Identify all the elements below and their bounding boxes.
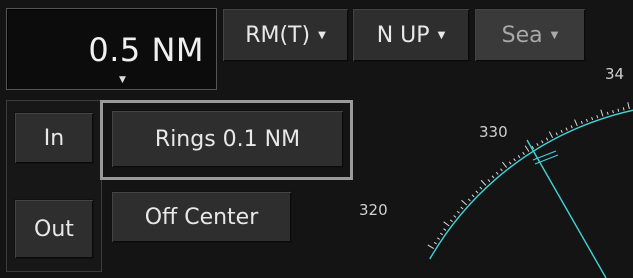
bearing-tick [541,140,544,144]
bearing-tick [471,194,475,198]
bearing-tick [443,228,447,231]
bearing-tick [495,171,499,175]
bearing-tick [449,219,453,223]
chevron-down-icon: ▼ [550,29,559,41]
bearing-tick [460,206,464,210]
bearing-tick [617,108,620,112]
bearing-tick [600,109,604,117]
bearing-tick [467,198,471,202]
orientation-button[interactable]: N UP ▼ [352,8,470,62]
bearing-tick [500,168,503,172]
bearing-tick [622,107,625,111]
chevron-down-icon: ▼ [437,29,446,41]
bearing-tick [456,210,460,214]
bearing-tick [440,232,444,236]
chevron-down-icon: ▼ [318,29,326,41]
bearing-tick [555,132,558,136]
bearing-tick [480,179,487,186]
bearing-tick [427,244,434,250]
sea-mode-label: Sea [501,22,543,48]
bearing-tick [501,161,508,168]
rings-label: Rings 0.1 NM [154,126,301,152]
bearing-tick [627,102,630,110]
bearing-tick [453,215,457,218]
zoom-out-button[interactable]: Out [14,199,94,259]
bearing-tick [580,120,583,125]
bearing-tick [461,199,467,206]
range-display[interactable]: 0.5 NM ▼ [6,8,217,90]
range-value: 0.5 NM [88,31,204,69]
bearing-tick [574,119,578,127]
bearing-tick [560,129,563,133]
bearing-tick [524,145,530,152]
bearing-tick [606,111,609,115]
bearing-tick [487,179,491,182]
bearing-tick [433,241,437,245]
bearing-tick [508,161,512,165]
bearing-tick [513,158,516,162]
rings-button[interactable]: Rings 0.1 NM [111,110,344,168]
bearing-tick [479,186,483,190]
bearing-tick [570,125,573,129]
bearing-tick [436,237,440,240]
bearing-tick [443,221,450,227]
sea-mode-button[interactable]: Sea ▼ [474,8,586,62]
bearing-label-340: 34 [605,65,624,83]
bearing-tick [522,151,525,155]
motion-mode-button[interactable]: RM(T) ▼ [222,8,349,62]
range-ring [429,109,633,260]
zoom-in-button[interactable]: In [14,112,94,164]
bearing-tick [596,115,599,119]
bearing-tick [491,175,495,179]
bearing-tick [536,143,539,147]
bearing-tick [612,110,614,114]
bearing-tick [565,127,568,131]
bearing-tick [591,116,594,121]
bearing-tick [475,190,479,194]
off-center-label: Off Center [144,204,259,230]
bearing-label-330: 330 [479,123,508,141]
bearing-tick [517,155,521,159]
off-center-button[interactable]: Off Center [111,191,292,243]
zoom-out-label: Out [34,216,74,242]
bearing-scale [427,102,630,250]
motion-mode-label: RM(T) [245,22,311,48]
heading-line [526,139,607,278]
bearing-tick [585,118,588,123]
bearing-label-320: 320 [359,201,388,219]
orientation-label: N UP [376,22,430,48]
bearing-tick [545,137,549,141]
chevron-down-icon[interactable]: ▼ [119,75,126,85]
zoom-in-label: In [43,125,65,151]
bearing-tick [548,131,554,138]
